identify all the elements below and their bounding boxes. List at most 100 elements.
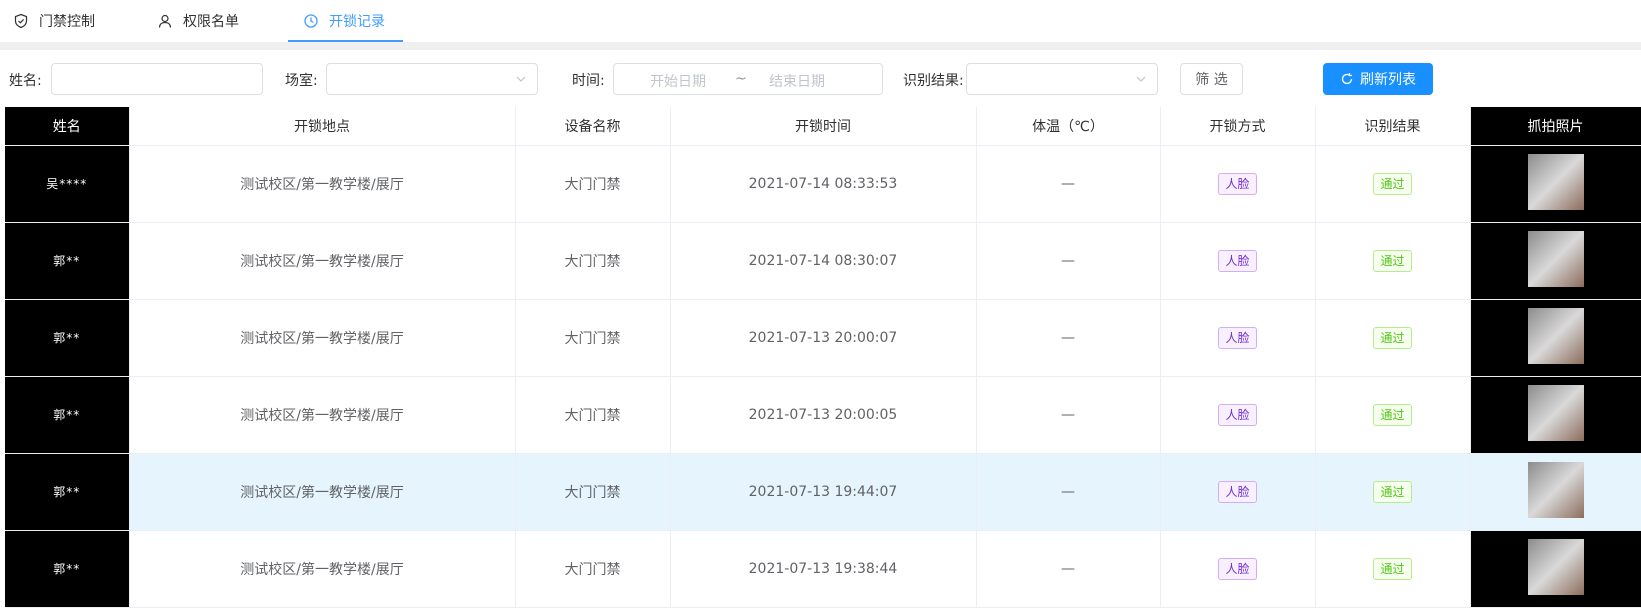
temp-cell: — (976, 222, 1161, 300)
name-cell: 郭** (5, 453, 130, 531)
temp-cell: — (976, 453, 1161, 531)
result-tag: 通过 (1373, 326, 1412, 349)
table-row[interactable]: 郭** 测试校区/第一教学楼/展厅 大门门禁 2021-07-13 19:44:… (5, 453, 1641, 531)
method-tag: 人脸 (1218, 557, 1257, 580)
room-label: 场室: (285, 73, 318, 89)
col-header-photo: 抓拍照片 (1470, 107, 1641, 146)
snapshot-thumbnail[interactable] (1527, 461, 1584, 518)
result-cell: 通过 (1315, 222, 1471, 300)
result-cell: 通过 (1315, 530, 1471, 608)
filter-bar: 姓名: 场室: 时间: 开始日期 ~ 结束日期 识别结果: 筛 选 刷新列表 (0, 50, 1641, 106)
refresh-button[interactable]: 刷新列表 (1323, 63, 1433, 95)
temp-cell: — (976, 376, 1161, 454)
end-date-input[interactable]: 结束日期 (769, 71, 825, 91)
tab-access-control[interactable]: 门禁控制 (0, 0, 143, 42)
result-select[interactable] (966, 63, 1158, 95)
photo-cell (1470, 299, 1641, 377)
name-input[interactable] (51, 63, 263, 95)
name-cell: 郭** (5, 376, 130, 454)
room-select[interactable] (326, 63, 538, 95)
temp-cell: — (976, 299, 1161, 377)
refresh-label: 刷新列表 (1360, 72, 1416, 88)
method-cell: 人脸 (1160, 530, 1316, 608)
table-row[interactable]: 郭** 测试校区/第一教学楼/展厅 大门门禁 2021-07-13 19:38:… (5, 530, 1641, 608)
records-table: 姓名 开锁地点 设备名称 开锁时间 体温（℃） 开锁方式 识别结果 抓拍照片 吴… (5, 107, 1641, 610)
tab-permission-list[interactable]: 权限名单 (143, 0, 288, 42)
tab-unlock-records[interactable]: 开锁记录 (288, 0, 403, 42)
device-cell: 大门门禁 (515, 376, 671, 454)
photo-cell (1470, 376, 1641, 454)
divider (0, 42, 1641, 50)
location-cell: 测试校区/第一教学楼/展厅 (129, 222, 516, 300)
location-cell: 测试校区/第一教学楼/展厅 (129, 376, 516, 454)
range-separator: ~ (735, 71, 747, 87)
col-header-location: 开锁地点 (129, 107, 516, 146)
result-label: 识别结果: (903, 73, 964, 89)
chevron-down-icon (516, 76, 526, 82)
temp-cell: — (976, 530, 1161, 608)
location-cell: 测试校区/第一教学楼/展厅 (129, 299, 516, 377)
photo-cell (1470, 530, 1641, 608)
device-cell: 大门门禁 (515, 530, 671, 608)
location-cell: 测试校区/第一教学楼/展厅 (129, 145, 516, 223)
method-tag: 人脸 (1218, 326, 1257, 349)
col-header-name: 姓名 (5, 107, 130, 146)
method-cell: 人脸 (1160, 376, 1316, 454)
filter-button[interactable]: 筛 选 (1180, 63, 1243, 95)
time-cell: 2021-07-13 19:38:44 (670, 530, 977, 608)
table-row[interactable]: 郭** 测试校区/第一教学楼/展厅 大门门禁 2021-07-13 20:00:… (5, 299, 1641, 377)
photo-cell (1470, 145, 1641, 223)
time-cell: 2021-07-14 08:30:07 (670, 222, 977, 300)
result-cell: 通过 (1315, 453, 1471, 531)
col-header-device: 设备名称 (515, 107, 671, 146)
result-cell: 通过 (1315, 299, 1471, 377)
clock-icon (303, 13, 319, 29)
table-row[interactable]: 吴**** 测试校区/第一教学楼/展厅 大门门禁 2021-07-14 08:3… (5, 145, 1641, 223)
table-row[interactable]: 郭** 测试校区/第一教学楼/展厅 大门门禁 2021-07-14 08:30:… (5, 222, 1641, 300)
refresh-icon (1341, 73, 1353, 85)
col-header-time: 开锁时间 (670, 107, 977, 146)
location-cell: 测试校区/第一教学楼/展厅 (129, 453, 516, 531)
method-cell: 人脸 (1160, 222, 1316, 300)
tab-label: 权限名单 (183, 14, 239, 30)
table-header: 姓名 开锁地点 设备名称 开锁时间 体温（℃） 开锁方式 识别结果 抓拍照片 (5, 107, 1641, 146)
tab-bar: 门禁控制 权限名单 开锁记录 (0, 0, 1641, 42)
method-tag: 人脸 (1218, 403, 1257, 426)
method-cell: 人脸 (1160, 145, 1316, 223)
snapshot-thumbnail[interactable] (1527, 153, 1584, 210)
time-label: 时间: (572, 73, 605, 89)
method-cell: 人脸 (1160, 299, 1316, 377)
name-cell: 吴**** (5, 145, 130, 223)
result-tag: 通过 (1373, 557, 1412, 580)
shield-check-icon (13, 13, 29, 29)
snapshot-thumbnail[interactable] (1527, 538, 1584, 595)
snapshot-thumbnail[interactable] (1527, 230, 1584, 287)
col-header-method: 开锁方式 (1160, 107, 1316, 146)
photo-cell (1470, 222, 1641, 300)
method-tag: 人脸 (1218, 249, 1257, 272)
time-cell: 2021-07-13 20:00:05 (670, 376, 977, 454)
chevron-down-icon (1136, 76, 1146, 82)
date-range-picker[interactable]: 开始日期 ~ 结束日期 (613, 63, 883, 95)
name-cell: 郭** (5, 299, 130, 377)
result-cell: 通过 (1315, 376, 1471, 454)
start-date-input[interactable]: 开始日期 (650, 71, 706, 91)
device-cell: 大门门禁 (515, 222, 671, 300)
table-row[interactable]: 郭** 测试校区/第一教学楼/展厅 大门门禁 2021-07-13 20:00:… (5, 376, 1641, 454)
user-icon (157, 13, 173, 29)
result-tag: 通过 (1373, 172, 1412, 195)
location-cell: 测试校区/第一教学楼/展厅 (129, 530, 516, 608)
snapshot-thumbnail[interactable] (1527, 307, 1584, 364)
result-tag: 通过 (1373, 480, 1412, 503)
name-cell: 郭** (5, 530, 130, 608)
snapshot-thumbnail[interactable] (1527, 384, 1584, 441)
result-cell: 通过 (1315, 145, 1471, 223)
name-cell: 郭** (5, 222, 130, 300)
col-header-result: 识别结果 (1315, 107, 1471, 146)
device-cell: 大门门禁 (515, 453, 671, 531)
time-cell: 2021-07-14 08:33:53 (670, 145, 977, 223)
col-header-temp: 体温（℃） (976, 107, 1161, 146)
photo-cell (1470, 453, 1641, 531)
time-cell: 2021-07-13 20:00:07 (670, 299, 977, 377)
time-cell: 2021-07-13 19:44:07 (670, 453, 977, 531)
